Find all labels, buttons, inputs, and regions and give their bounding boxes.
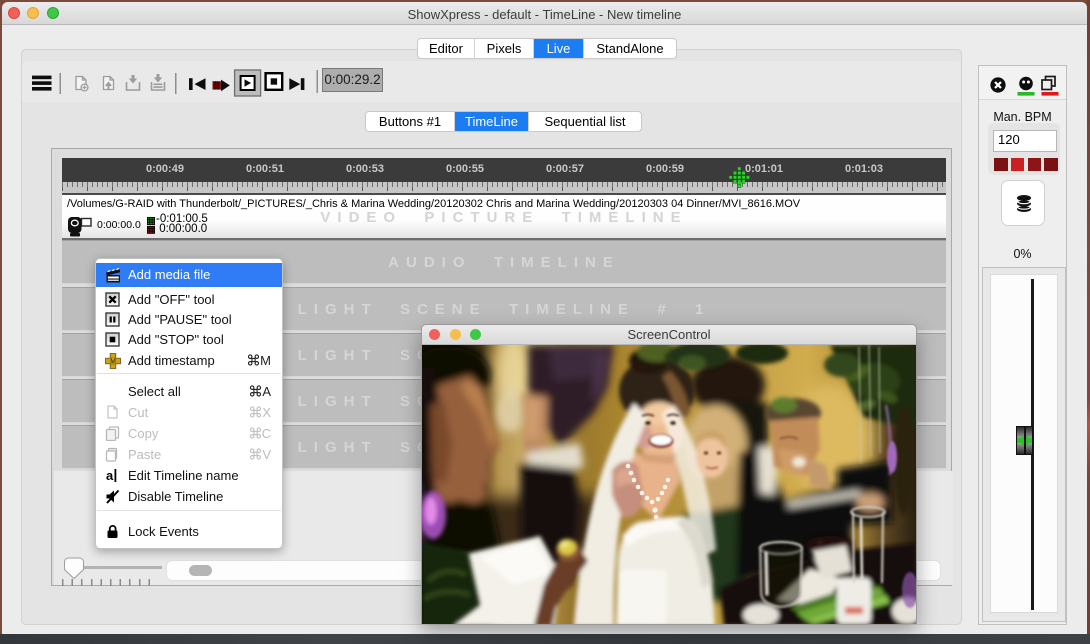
- svg-text:M: M: [110, 359, 116, 366]
- svg-text:a: a: [106, 468, 114, 483]
